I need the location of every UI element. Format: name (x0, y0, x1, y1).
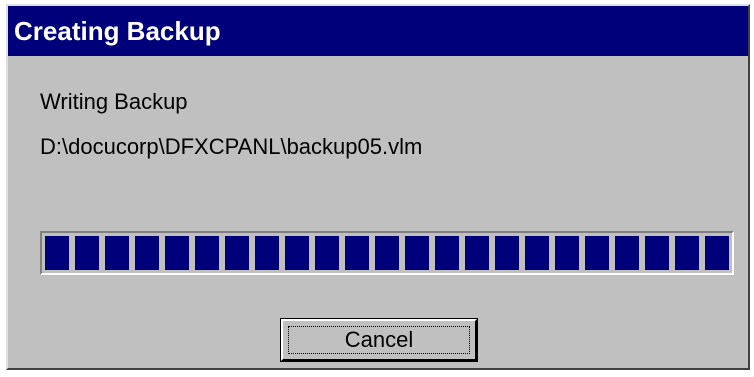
progress-block (525, 236, 549, 270)
progress-block (465, 236, 489, 270)
cancel-button[interactable]: Cancel (280, 318, 478, 362)
window-title: Creating Backup (14, 16, 221, 46)
progress-block (345, 236, 369, 270)
progress-block (195, 236, 219, 270)
progress-block (45, 236, 69, 270)
progress-block (285, 236, 309, 270)
progress-block (585, 236, 609, 270)
progress-block (135, 236, 159, 270)
progress-block (645, 236, 669, 270)
progress-block (675, 236, 699, 270)
progress-block (315, 236, 339, 270)
status-label: Writing Backup (40, 89, 188, 114)
file-path-label: D:\docucorp\DFXCPANL\backup05.vlm (40, 134, 423, 159)
progress-block (75, 236, 99, 270)
progress-block (375, 236, 399, 270)
progress-block (435, 236, 459, 270)
progress-block (105, 236, 129, 270)
progress-block (405, 236, 429, 270)
progress-block (555, 236, 579, 270)
backup-dialog: Creating Backup Writing Backup D:\docuco… (6, 4, 750, 370)
progress-bar (40, 231, 734, 275)
progress-block (495, 236, 519, 270)
progress-block (615, 236, 639, 270)
progress-block (165, 236, 189, 270)
progress-block (705, 236, 729, 270)
progress-fill (45, 236, 729, 270)
progress-block (225, 236, 249, 270)
title-bar[interactable]: Creating Backup (8, 6, 748, 56)
progress-block (255, 236, 279, 270)
cancel-button-label: Cancel (288, 326, 470, 354)
